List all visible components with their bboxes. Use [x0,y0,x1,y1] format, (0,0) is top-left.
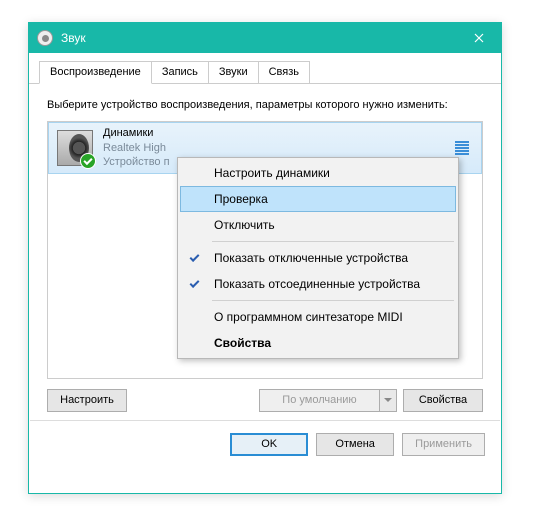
close-button[interactable] [456,23,501,53]
tab-communications[interactable]: Связь [258,61,310,83]
context-menu: Настроить динамики Проверка Отключить По… [177,157,459,359]
ctx-test[interactable]: Проверка [180,186,456,212]
level-icon [455,141,469,155]
device-name: Динамики [103,126,455,140]
ctx-properties[interactable]: Свойства [180,330,456,356]
footer-buttons: OK Отмена Применить [29,421,501,468]
ctx-separator [212,241,454,242]
speaker-icon [57,130,93,166]
ctx-separator [212,300,454,301]
ctx-configure-speakers[interactable]: Настроить динамики [180,160,456,186]
titlebar[interactable]: Звук [29,23,501,53]
close-icon [474,33,484,43]
tab-sounds[interactable]: Звуки [208,61,259,83]
ctx-disable[interactable]: Отключить [180,212,456,238]
instruction-text: Выберите устройство воспроизведения, пар… [47,98,483,113]
device-mfr: Realtek High [103,141,455,155]
tab-recording[interactable]: Запись [151,61,209,83]
ctx-show-disconnected[interactable]: Показать отсоединенные устройства [180,271,456,297]
ctx-about-midi[interactable]: О программном синтезаторе MIDI [180,304,456,330]
tab-strip: Воспроизведение Запись Звуки Связь [29,53,501,84]
properties-button[interactable]: Свойства [403,389,483,412]
default-dropdown[interactable] [379,389,397,412]
tab-playback[interactable]: Воспроизведение [39,61,152,84]
configure-button[interactable]: Настроить [47,389,127,412]
apply-button[interactable]: Применить [402,433,485,456]
default-check-icon [80,153,96,169]
sound-app-icon [37,30,53,46]
default-button[interactable]: По умолчанию [259,389,379,412]
default-button-combo[interactable]: По умолчанию [259,389,397,412]
panel-buttons: Настроить По умолчанию Свойства [29,379,501,420]
cancel-button[interactable]: Отмена [316,433,394,456]
ctx-show-disabled[interactable]: Показать отключенные устройства [180,245,456,271]
ok-button[interactable]: OK [230,433,308,456]
window-title: Звук [61,31,456,45]
